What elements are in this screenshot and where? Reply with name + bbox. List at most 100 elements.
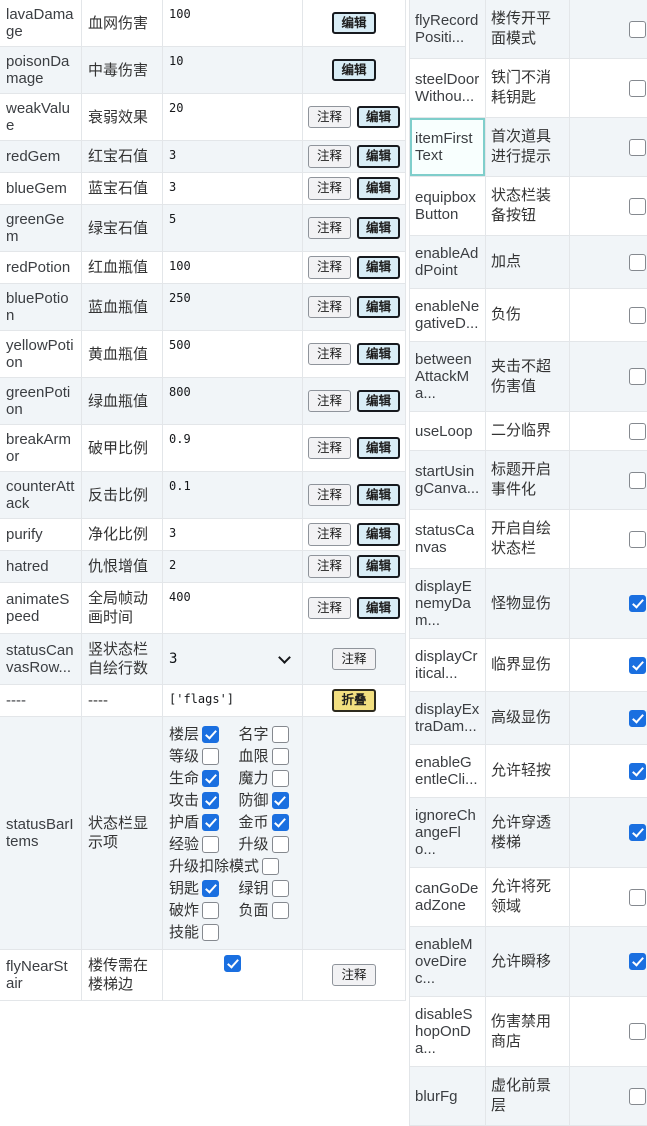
- status-bar-item-option[interactable]: 楼层: [169, 726, 227, 743]
- status-bar-item-option[interactable]: 防御: [239, 792, 297, 809]
- setting-value: ['flags']: [163, 685, 303, 716]
- setting-key: enableMoveDirec...: [410, 927, 486, 996]
- edit-button[interactable]: 编辑: [357, 343, 400, 366]
- row-count-select[interactable]: 3: [169, 652, 295, 667]
- edit-button[interactable]: 编辑: [357, 106, 400, 129]
- status-bar-item-option[interactable]: 破炸: [169, 902, 227, 919]
- checkbox[interactable]: [629, 1023, 646, 1040]
- table-row: disableShopOnDa... 伤害禁用商店: [410, 997, 647, 1067]
- setting-key: statusCanvas: [410, 510, 486, 568]
- status-bar-item-option[interactable]: 血限: [239, 748, 297, 765]
- checkbox[interactable]: [629, 824, 646, 841]
- edit-button[interactable]: 编辑: [332, 12, 375, 35]
- table-row: enableGentleCli... 允许轻按: [410, 745, 647, 798]
- edit-button[interactable]: 编辑: [357, 177, 400, 200]
- checkbox[interactable]: [629, 307, 646, 324]
- checkbox[interactable]: [629, 368, 646, 385]
- setting-label: 虚化前景层: [486, 1067, 570, 1125]
- checkbox[interactable]: [629, 80, 646, 97]
- status-bar-item-option[interactable]: 钥匙: [169, 880, 227, 897]
- status-bar-item-option[interactable]: 经验: [169, 836, 227, 853]
- comment-button[interactable]: 注释: [308, 296, 351, 319]
- checkbox[interactable]: [272, 792, 289, 809]
- checkbox[interactable]: [629, 595, 646, 612]
- status-bar-item-option[interactable]: 技能: [169, 924, 227, 941]
- checkbox[interactable]: [202, 770, 219, 787]
- status-bar-item-option[interactable]: 金币: [239, 814, 297, 831]
- setting-toggle-cell: [570, 798, 647, 867]
- checkbox[interactable]: [202, 748, 219, 765]
- checkbox[interactable]: [272, 748, 289, 765]
- edit-button[interactable]: 编辑: [357, 296, 400, 319]
- setting-toggle-cell: [570, 927, 647, 996]
- checkbox[interactable]: [629, 953, 646, 970]
- checkbox[interactable]: [272, 902, 289, 919]
- comment-button[interactable]: 注释: [308, 523, 351, 546]
- status-bar-item-option[interactable]: 生命: [169, 770, 227, 787]
- status-bar-item-option[interactable]: 攻击: [169, 792, 227, 809]
- row-actions: 注释编辑: [303, 378, 406, 424]
- checkbox[interactable]: [629, 198, 646, 215]
- checkbox[interactable]: [629, 657, 646, 674]
- checkbox[interactable]: [629, 21, 646, 38]
- checkbox[interactable]: [202, 836, 219, 853]
- checkbox[interactable]: [202, 792, 219, 809]
- status-bar-item-option[interactable]: 负面: [239, 902, 297, 919]
- checkbox[interactable]: [629, 254, 646, 271]
- checkbox[interactable]: [202, 880, 219, 897]
- setting-key: statusBarItems: [0, 717, 82, 949]
- comment-button[interactable]: 注释: [308, 145, 351, 168]
- edit-button[interactable]: 编辑: [357, 145, 400, 168]
- edit-button[interactable]: 编辑: [332, 59, 375, 82]
- checkbox[interactable]: [272, 880, 289, 897]
- checkbox[interactable]: [272, 726, 289, 743]
- status-bar-item-option[interactable]: 护盾: [169, 814, 227, 831]
- edit-button[interactable]: 编辑: [357, 484, 400, 507]
- status-bar-item-option[interactable]: 升级: [239, 836, 297, 853]
- status-bar-item-option[interactable]: 升级扣除模式: [169, 858, 296, 875]
- checkbox[interactable]: [272, 770, 289, 787]
- checkbox[interactable]: [629, 139, 646, 156]
- checkbox[interactable]: [629, 710, 646, 727]
- checkbox[interactable]: [262, 858, 279, 875]
- row-actions: 注释编辑: [303, 284, 406, 330]
- checkbox[interactable]: [272, 836, 289, 853]
- option-label: 名字: [239, 727, 269, 742]
- checkbox[interactable]: [629, 1088, 646, 1105]
- comment-button[interactable]: 注释: [308, 177, 351, 200]
- edit-button[interactable]: 编辑: [357, 217, 400, 240]
- edit-button[interactable]: 编辑: [357, 390, 400, 413]
- comment-button[interactable]: 注释: [308, 390, 351, 413]
- status-bar-item-option[interactable]: 绿钥: [239, 880, 297, 897]
- edit-button[interactable]: 编辑: [357, 523, 400, 546]
- comment-button[interactable]: 注释: [308, 106, 351, 129]
- comment-button[interactable]: 注释: [308, 484, 351, 507]
- edit-button[interactable]: 编辑: [357, 555, 400, 578]
- edit-button[interactable]: 编辑: [357, 256, 400, 279]
- checkbox[interactable]: [629, 531, 646, 548]
- checkbox[interactable]: [202, 924, 219, 941]
- comment-button[interactable]: 注释: [308, 343, 351, 366]
- checkbox[interactable]: [629, 423, 646, 440]
- checkbox[interactable]: [202, 814, 219, 831]
- comment-button[interactable]: 注释: [308, 256, 351, 279]
- checkbox[interactable]: [629, 889, 646, 906]
- checkbox[interactable]: [202, 902, 219, 919]
- comment-button[interactable]: 注释: [308, 597, 351, 620]
- comment-button[interactable]: 注释: [332, 964, 375, 987]
- comment-button[interactable]: 注释: [332, 648, 375, 671]
- checkbox[interactable]: [629, 472, 646, 489]
- checkbox[interactable]: [224, 955, 241, 972]
- edit-button[interactable]: 编辑: [357, 437, 400, 460]
- comment-button[interactable]: 注释: [308, 437, 351, 460]
- comment-button[interactable]: 注释: [308, 555, 351, 578]
- status-bar-item-option[interactable]: 等级: [169, 748, 227, 765]
- status-bar-item-option[interactable]: 魔力: [239, 770, 297, 787]
- edit-button[interactable]: 编辑: [357, 597, 400, 620]
- comment-button[interactable]: 注释: [308, 217, 351, 240]
- checkbox[interactable]: [272, 814, 289, 831]
- status-bar-item-option[interactable]: 名字: [239, 726, 297, 743]
- collapse-button[interactable]: 折叠: [332, 689, 375, 712]
- checkbox[interactable]: [202, 726, 219, 743]
- checkbox[interactable]: [629, 763, 646, 780]
